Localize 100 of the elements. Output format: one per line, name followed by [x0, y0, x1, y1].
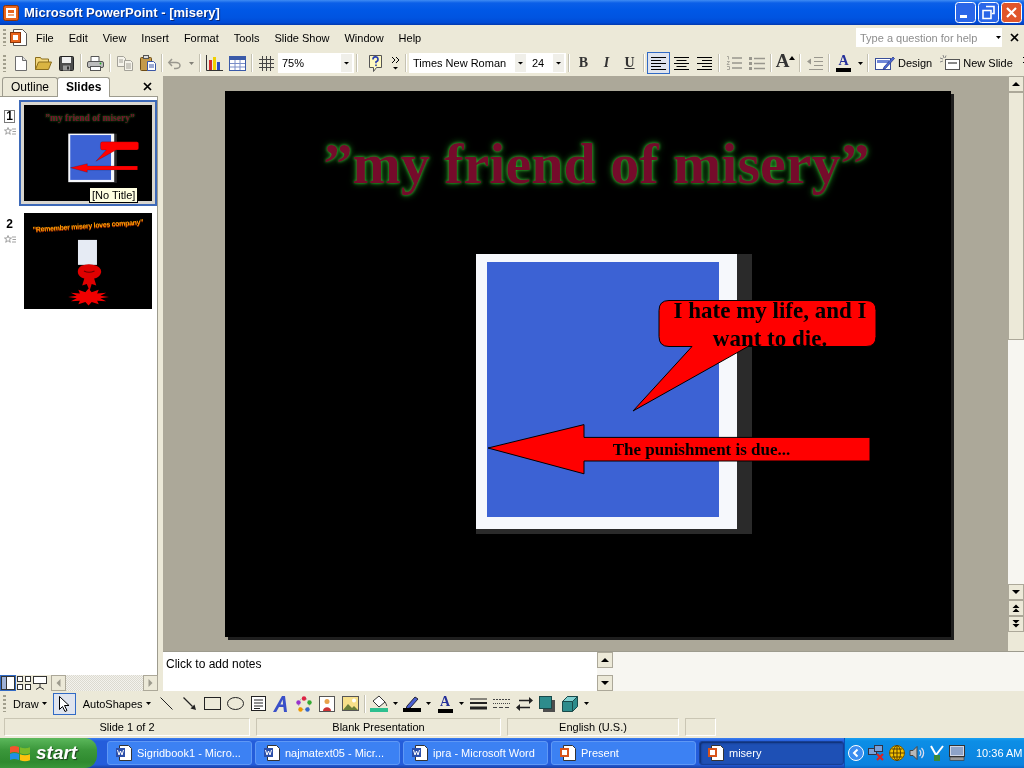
font-size-dropdown[interactable]: 24 [528, 53, 566, 73]
start-button[interactable]: start [0, 738, 97, 768]
menu-item[interactable]: Format [176, 28, 227, 47]
scrollbar-thumb[interactable] [1008, 92, 1024, 340]
toolbar-options-icon[interactable] [390, 56, 400, 70]
save-icon[interactable] [59, 55, 74, 71]
select-objects-button[interactable] [52, 692, 76, 715]
slide-number: 2 [5, 218, 14, 231]
speaker-icon[interactable] [909, 745, 925, 761]
text-box-icon[interactable] [250, 696, 266, 711]
line-style-icon[interactable] [469, 697, 487, 710]
slide-sorter-view-button[interactable] [16, 675, 32, 691]
notes-field[interactable]: Click to add notes [163, 652, 597, 691]
rectangle-icon[interactable] [203, 697, 221, 710]
antenna-icon[interactable] [929, 745, 945, 761]
scroll-up-icon[interactable] [1008, 76, 1024, 92]
speech-bubble-text: I hate my life, and I want to die. [672, 296, 868, 353]
align-center-icon [674, 56, 689, 70]
grid-icon[interactable] [259, 55, 274, 71]
vertical-scrollbar[interactable] [596, 652, 1024, 691]
new-document-icon[interactable] [14, 55, 27, 71]
monitor-icon[interactable] [949, 745, 965, 761]
autoshapes-menu-button[interactable]: AutoShapes [78, 692, 155, 715]
dropdown-arrow-icon[interactable] [393, 702, 399, 705]
clock: 10:36 AM [976, 747, 1023, 759]
toolbar-handle[interactable] [3, 54, 6, 72]
fill-bucket-icon[interactable] [370, 695, 389, 712]
scroll-up-icon[interactable] [596, 652, 613, 668]
line-icon[interactable] [159, 697, 173, 710]
grow-font-button[interactable]: A [774, 52, 797, 74]
menu-item[interactable]: File [29, 28, 62, 47]
network-error-icon[interactable] [868, 745, 885, 761]
dash-style-icon[interactable] [492, 697, 510, 710]
menu-item[interactable]: View [95, 28, 135, 47]
new-slide-button[interactable]: New Slide [936, 52, 1017, 74]
pane-tab[interactable]: Outline [2, 77, 59, 96]
dropdown-arrow-icon[interactable] [426, 702, 432, 705]
arrow-icon[interactable] [182, 697, 196, 710]
align-left-button[interactable] [647, 52, 670, 74]
menu-item[interactable]: Tools [226, 28, 268, 47]
diagram-icon[interactable] [296, 695, 313, 712]
arrow-label: The punishment is due... [611, 438, 792, 461]
table-icon[interactable] [229, 55, 246, 71]
font-color-button[interactable]: A [433, 692, 457, 715]
taskbar-button[interactable]: Present [551, 741, 696, 765]
slide-show-button[interactable] [32, 675, 48, 691]
menu-item[interactable]: Slide Show [267, 28, 338, 47]
clip-art-icon[interactable] [319, 695, 336, 712]
shadow-style-icon[interactable] [539, 695, 556, 712]
bold-button[interactable]: B [572, 52, 595, 74]
globe-icon[interactable] [889, 745, 905, 761]
scroll-down-icon[interactable] [1008, 584, 1024, 600]
design-button[interactable]: Design [871, 52, 937, 74]
taskbar-button[interactable]: misery [699, 741, 844, 765]
menu-item[interactable]: Edit [61, 28, 96, 47]
dropdown-arrow-icon [41, 702, 47, 705]
minimize-icon[interactable] [955, 2, 976, 23]
picture-icon[interactable] [341, 696, 359, 711]
arrow-style-icon[interactable] [515, 696, 533, 711]
taskbar-button[interactable]: najmatext05 - Micr... [255, 741, 400, 765]
document-icon[interactable] [10, 29, 27, 46]
italic-button[interactable]: I [595, 52, 618, 74]
help-question-field[interactable]: Type a question for help [856, 28, 1002, 47]
taskbar-button[interactable]: Sigridbook1 - Micro... [107, 741, 252, 765]
close-icon[interactable] [143, 81, 152, 91]
cube-icon[interactable] [562, 695, 579, 712]
paste-icon[interactable] [139, 55, 156, 71]
bar-chart-icon[interactable] [206, 55, 223, 71]
wordart-icon[interactable] [273, 695, 290, 712]
font-dropdown[interactable]: Times New Roman [409, 53, 528, 73]
vertical-scrollbar[interactable] [1008, 76, 1024, 632]
underline-button[interactable]: U [618, 52, 641, 74]
pane-tab[interactable]: Slides [57, 77, 111, 97]
toolbar-handle[interactable] [3, 29, 6, 46]
restore-icon[interactable] [978, 2, 999, 23]
dropdown-arrow-icon[interactable] [996, 36, 1001, 39]
draw-menu-button[interactable]: Draw [9, 692, 51, 715]
dropdown-arrow-icon[interactable] [459, 702, 465, 705]
dropdown-arrow-icon[interactable] [584, 702, 590, 705]
previous-slide-icon[interactable] [1008, 600, 1024, 616]
zoom-dropdown[interactable]: 75% [278, 53, 354, 73]
menu-item[interactable]: Window [337, 28, 392, 47]
document-icon [116, 745, 132, 761]
printer-icon[interactable] [87, 55, 104, 71]
normal-view-button[interactable] [0, 675, 16, 691]
toolbar-handle[interactable] [3, 695, 6, 712]
menu-item[interactable]: Insert [134, 28, 177, 47]
open-folder-icon[interactable] [35, 56, 52, 70]
increase-arrow-icon [789, 56, 796, 60]
dropdown-arrow-icon[interactable] [857, 61, 863, 65]
font-color-button[interactable]: A [832, 52, 855, 74]
expand-tray-icon[interactable] [848, 745, 864, 761]
next-slide-icon[interactable] [1008, 616, 1024, 632]
scroll-down-icon[interactable] [596, 675, 613, 691]
taskbar-button[interactable]: ipra - Microsoft Word [403, 741, 548, 765]
menu-item[interactable]: Help [391, 28, 430, 47]
oval-icon[interactable] [226, 697, 244, 710]
pen-color-icon[interactable] [403, 695, 422, 712]
help-icon[interactable] [368, 54, 383, 72]
close-icon[interactable] [1010, 33, 1019, 42]
